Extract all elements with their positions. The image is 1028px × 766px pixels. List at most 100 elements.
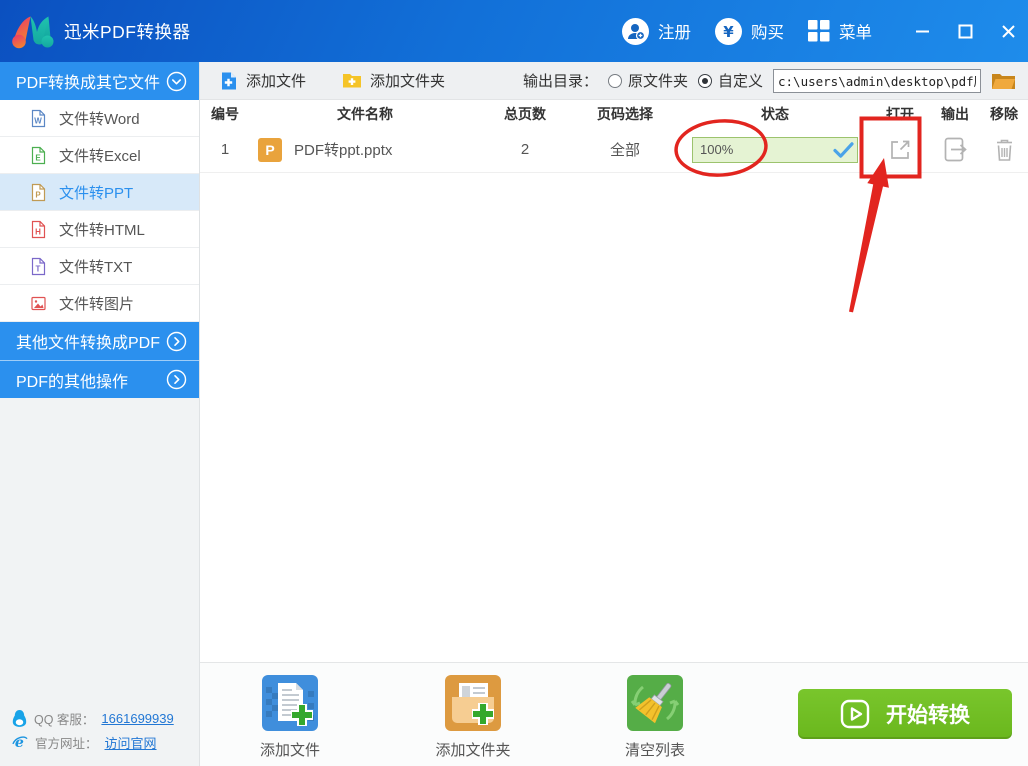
row-filename: PDF转ppt.pptx xyxy=(294,139,392,160)
svg-text:W: W xyxy=(34,116,42,125)
start-convert-label: 开始转换 xyxy=(886,699,970,729)
sidebar-item-html[interactable]: H 文件转HTML xyxy=(0,211,199,248)
sidebar-section-other-to-pdf[interactable]: 其他文件转换成PDF xyxy=(0,322,199,360)
minimize-icon[interactable] xyxy=(912,21,932,41)
window-controls xyxy=(912,0,1018,62)
register-button[interactable]: 注册 xyxy=(622,18,691,45)
ppt-file-badge: P xyxy=(258,138,282,162)
qq-number-link[interactable]: 1661699939 xyxy=(101,711,173,726)
radio-original-circle-icon xyxy=(608,74,622,88)
col-status: 状态 xyxy=(680,104,870,124)
chevron-right-circle-icon xyxy=(166,331,187,352)
trash-icon xyxy=(994,138,1015,162)
sidebar-section-label: PDF的其他操作 xyxy=(16,368,128,392)
col-page-selection: 页码选择 xyxy=(570,104,680,124)
add-folder-big-label: 添加文件夹 xyxy=(413,739,533,760)
qq-icon xyxy=(12,709,27,727)
col-remove: 移除 xyxy=(980,104,1028,124)
register-icon xyxy=(622,18,649,45)
sidebar-section-pdf-to-other[interactable]: PDF转换成其它文件 xyxy=(0,62,199,100)
col-output: 输出 xyxy=(930,104,980,124)
chevron-right-circle-icon xyxy=(166,369,187,390)
sidebar-section-pdf-other-ops[interactable]: PDF的其他操作 xyxy=(0,360,199,398)
add-folder-big-button[interactable]: 添加文件夹 xyxy=(413,663,533,760)
chevron-down-circle-icon xyxy=(166,71,187,92)
maximize-icon[interactable] xyxy=(955,21,975,41)
svg-text:H: H xyxy=(35,227,41,236)
add-file-label: 添加文件 xyxy=(246,70,306,91)
close-icon[interactable] xyxy=(998,21,1018,41)
sidebar-item-ppt[interactable]: P 文件转PPT xyxy=(0,174,199,211)
browse-folder-icon xyxy=(991,71,1016,91)
sidebar-section-label: PDF转换成其它文件 xyxy=(16,69,160,93)
menu-button[interactable]: 菜单 xyxy=(808,19,872,43)
main-area: 添加文件 添加文件夹 输出目录： 原文件夹 xyxy=(200,62,1028,766)
svg-text:¥: ¥ xyxy=(723,23,734,41)
open-output-button[interactable] xyxy=(944,137,967,162)
check-icon xyxy=(833,142,854,163)
play-icon xyxy=(840,699,870,729)
add-folder-big-icon xyxy=(445,675,501,731)
svg-text:E: E xyxy=(35,153,41,162)
sidebar-item-image[interactable]: 文件转图片 xyxy=(0,285,199,322)
output-path-input[interactable] xyxy=(773,69,981,93)
row-status-cell: 100% xyxy=(680,137,870,163)
output-icon xyxy=(944,137,967,162)
app-title: 迅米PDF转换器 xyxy=(64,0,191,62)
row-pages: 2 xyxy=(480,141,570,158)
titlebar-actions: 注册 ¥ 购买 菜单 xyxy=(622,0,872,62)
col-pages: 总页数 xyxy=(480,104,570,124)
start-convert-button[interactable]: 开始转换 xyxy=(798,689,1012,739)
open-file-button[interactable] xyxy=(887,137,913,163)
sidebar-item-label: 文件转HTML xyxy=(59,219,145,240)
buy-icon: ¥ xyxy=(715,18,742,45)
add-file-big-label: 添加文件 xyxy=(230,739,350,760)
sidebar-item-excel[interactable]: E 文件转Excel xyxy=(0,137,199,174)
clear-list-icon xyxy=(627,675,683,731)
svg-text:T: T xyxy=(36,264,41,273)
add-file-button[interactable]: 添加文件 xyxy=(220,70,306,91)
radio-custom-label: 自定义 xyxy=(718,70,763,91)
clear-list-label: 清空列表 xyxy=(595,739,715,760)
radio-custom-folder[interactable]: 自定义 xyxy=(698,70,763,91)
svg-text:P: P xyxy=(35,190,41,199)
sidebar-item-word[interactable]: W 文件转Word xyxy=(0,100,199,137)
row-page-selection: 全部 xyxy=(570,139,680,160)
doc-image-icon xyxy=(30,294,47,313)
sidebar-item-label: 文件转TXT xyxy=(59,256,132,277)
radio-original-folder[interactable]: 原文件夹 xyxy=(608,70,688,91)
progress-value: 100% xyxy=(693,142,733,157)
doc-word-icon: W xyxy=(30,109,47,128)
output-dir-group: 输出目录： 原文件夹 自定义 xyxy=(523,69,1016,93)
doc-txt-icon: T xyxy=(30,257,47,276)
buy-label: 购买 xyxy=(751,19,784,43)
sidebar-item-label: 文件转Excel xyxy=(59,145,141,166)
sidebar-footer: QQ 客服： 1661699939 e 官方网址： 访问官网 xyxy=(12,706,174,754)
progress-bar: 100% xyxy=(692,137,858,163)
add-folder-button[interactable]: 添加文件夹 xyxy=(342,70,445,91)
table-header: 编号 文件名称 总页数 页码选择 状态 打开 输出 移除 xyxy=(200,101,1028,128)
add-file-icon xyxy=(220,72,238,90)
remove-file-button[interactable] xyxy=(994,138,1015,162)
row-index: 1 xyxy=(200,141,250,158)
qq-service-label: QQ 客服： xyxy=(34,709,94,728)
col-filename: 文件名称 xyxy=(250,104,480,124)
sidebar-section-label: 其他文件转换成PDF xyxy=(16,329,160,353)
clear-list-button[interactable]: 清空列表 xyxy=(595,663,715,760)
table-row: 1 P PDF转ppt.pptx 2 全部 100% xyxy=(200,127,1028,173)
app-logo-icon xyxy=(10,10,56,57)
menu-grid-icon xyxy=(808,20,830,42)
visit-site-link[interactable]: 访问官网 xyxy=(105,733,157,752)
buy-button[interactable]: ¥ 购买 xyxy=(715,18,784,45)
doc-html-icon: H xyxy=(30,220,47,239)
open-external-icon xyxy=(887,137,913,163)
add-file-big-button[interactable]: 添加文件 xyxy=(230,663,350,760)
col-index: 编号 xyxy=(200,104,250,124)
titlebar: 迅米PDF转换器 注册 ¥ xyxy=(0,0,1028,62)
browse-folder-button[interactable] xyxy=(991,71,1016,91)
doc-ppt-icon: P xyxy=(30,183,47,202)
sidebar-item-txt[interactable]: T 文件转TXT xyxy=(0,248,199,285)
add-file-big-icon xyxy=(262,675,318,731)
radio-custom-circle-icon xyxy=(698,74,712,88)
ie-icon: e xyxy=(12,734,28,750)
